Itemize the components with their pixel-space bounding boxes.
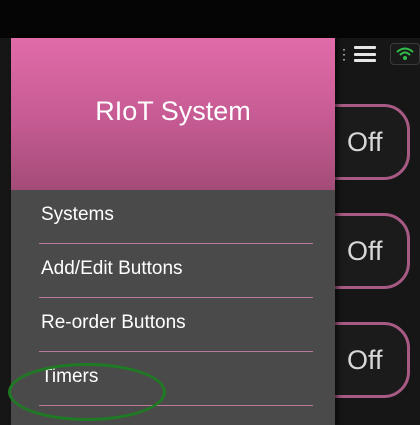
drawer-item-label: Add/Edit Buttons [41, 258, 183, 279]
menu-icon[interactable] [354, 46, 376, 62]
drawer-item-label: Re-order Buttons [41, 312, 186, 333]
drawer-item-label: Systems [41, 204, 114, 225]
drawer-item-add-edit-buttons[interactable]: Add/Edit Buttons [11, 244, 335, 298]
drawer-title: RIoT System [95, 96, 251, 126]
drawer-item-systems[interactable]: Systems [11, 190, 335, 244]
app-screen: ⋮ Off Off Off RIoT System Systems Add/Ed… [0, 0, 420, 425]
status-bar [0, 0, 420, 38]
drawer-item-reorder-buttons[interactable]: Re-order Buttons [11, 298, 335, 352]
overflow-dots-icon[interactable]: ⋮ [337, 47, 351, 61]
toolbar: ⋮ [334, 40, 420, 68]
wifi-icon[interactable] [390, 43, 420, 65]
drawer-header: RIoT System [11, 38, 335, 190]
timers-highlight-ring [8, 363, 166, 421]
